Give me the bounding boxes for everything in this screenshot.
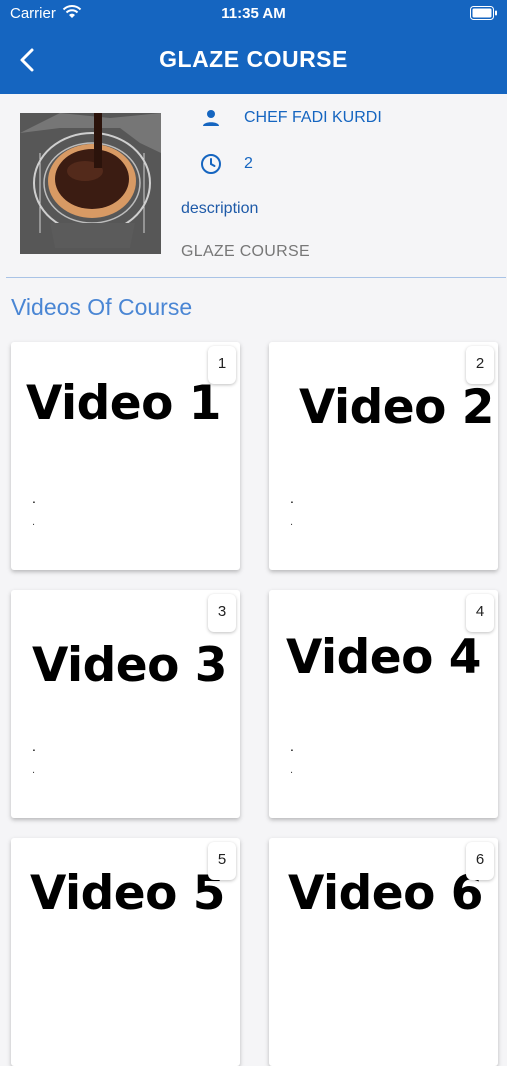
video-number-badge: 3 [208,594,236,632]
video-line-1: . [32,490,36,506]
video-title: Video 2 [298,380,495,435]
video-line-2: . [290,516,294,528]
video-card[interactable]: Video 6 6 [269,838,498,1066]
video-card[interactable]: Video 5 5 [11,838,240,1066]
course-subtitle: GLAZE COURSE [181,243,310,260]
battery-icon [470,6,498,24]
duration-value: 2 [244,155,253,172]
person-icon [199,106,223,130]
video-card[interactable]: Video 2 2 . . [269,342,498,570]
course-thumbnail [20,113,161,254]
status-bar: Carrier 11:35 AM [0,0,507,28]
video-number-badge: 6 [466,842,494,880]
video-title: Video 6 [287,866,484,921]
video-number-badge: 2 [466,346,494,384]
course-header: CHEF FADI KURDI 2 description GLAZE COUR… [0,94,507,277]
chef-row: CHEF FADI KURDI [199,106,382,130]
video-line-1: . [290,490,294,506]
video-title: Video 1 [25,376,222,431]
video-line-1: . [32,738,36,754]
video-number-badge: 5 [208,842,236,880]
video-line-2: . [32,764,36,776]
video-number-badge: 4 [466,594,494,632]
video-card[interactable]: Video 4 4 . . [269,590,498,818]
video-title: Video 3 [31,638,228,693]
chef-name: CHEF FADI KURDI [244,109,382,126]
video-number-badge: 1 [208,346,236,384]
video-line-1: . [290,738,294,754]
clock-icon [199,152,223,176]
video-title: Video 4 [285,630,482,685]
status-time: 11:35 AM [221,5,286,22]
app-bar: GLAZE COURSE [0,28,507,94]
video-line-2: . [32,516,36,528]
divider [6,277,506,278]
video-title: Video 5 [29,866,226,921]
page-title: GLAZE COURSE [159,46,348,72]
duration-row: 2 [199,152,253,176]
video-card[interactable]: Video 1 1 . . [11,342,240,570]
video-card[interactable]: Video 3 3 . . [11,590,240,818]
video-line-2: . [290,764,294,776]
section-title: Videos Of Course [11,294,193,320]
description-label: description [181,200,259,217]
